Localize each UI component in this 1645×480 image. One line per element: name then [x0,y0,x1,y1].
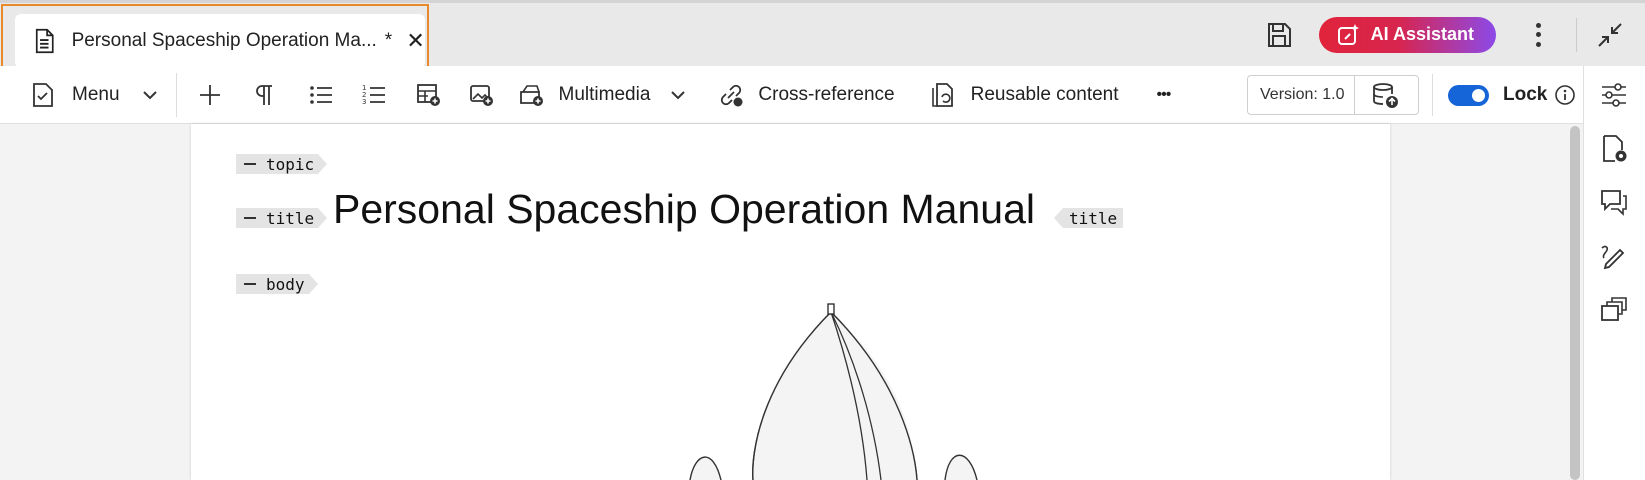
more-options-icon[interactable] [1526,20,1550,50]
version-separator [1354,76,1355,114]
spaceship-illustration[interactable] [631,302,1031,480]
document-page[interactable]: topic title Personal Spaceship Operation… [191,124,1580,480]
header-actions: AI Assistant [1265,3,1645,66]
numbered-list-icon[interactable]: 1 2 3 [361,82,387,108]
database-upload-icon[interactable] [1371,81,1399,109]
insert-image-icon[interactable] [469,82,495,108]
header-divider [1576,17,1577,52]
cross-reference-button[interactable]: Cross-reference [718,66,895,124]
editor-canvas: topic title Personal Spaceship Operation… [0,124,1583,480]
multimedia-icon [519,84,543,106]
save-icon[interactable] [1265,21,1293,49]
chevron-down-icon[interactable] [670,87,686,103]
reusable-content-button[interactable]: Reusable content [931,66,1119,124]
comments-icon[interactable] [1599,188,1629,218]
link-icon [721,84,743,106]
lock-label: Lock [1503,84,1548,105]
multimedia-button[interactable]: Multimedia [519,66,687,124]
version-control[interactable]: Version: 1.0 [1247,75,1419,115]
insert-table-icon[interactable] [416,82,442,108]
svg-text:3: 3 [362,98,366,106]
toolbar-separator [175,72,177,117]
body-tag[interactable]: body [236,274,318,294]
reusable-content-label: Reusable content [970,83,1119,105]
collapse-icon[interactable] [244,283,256,285]
title-close-tag[interactable]: title [1054,208,1124,228]
topic-tag[interactable]: topic [236,154,328,174]
vertical-scrollbar[interactable] [1570,126,1580,480]
cross-reference-label: Cross-reference [758,83,895,105]
insert-element-icon[interactable] [197,82,223,108]
tab-bar: Personal Spaceship Operation Ma... * ✕ A… [0,0,1645,74]
modified-marker: * [384,30,393,51]
close-tab-button[interactable]: ✕ [406,28,425,54]
sliders-icon[interactable] [1599,80,1629,110]
collapse-icon[interactable] [244,163,256,165]
document-tab[interactable]: Personal Spaceship Operation Ma... * ✕ [1,4,429,74]
document-icon [35,28,54,54]
title-close-tag-label: title [1069,208,1118,228]
checklist-doc-icon [33,82,53,107]
more-tools-button[interactable]: ••• [1157,86,1172,104]
editor-toolbar: Menu 1 2 3 Multimedia Cross-reference Re… [0,66,1583,124]
menu-label: Menu [72,83,120,105]
copies-icon[interactable] [1599,294,1629,324]
title-open-tag[interactable]: title [236,208,328,228]
collapse-icon[interactable] [1597,22,1623,48]
ai-sparkle-icon [1337,23,1359,45]
ai-assistant-button[interactable]: AI Assistant [1318,16,1496,53]
lock-toggle[interactable] [1448,85,1489,106]
paragraph-icon[interactable] [252,82,278,108]
bulleted-list-icon[interactable] [308,82,334,108]
ai-assistant-label: AI Assistant [1370,24,1474,44]
document-title[interactable]: Personal Spaceship Operation Manual [333,186,1035,233]
collapse-icon[interactable] [244,217,256,219]
document-tab-inner[interactable]: Personal Spaceship Operation Ma... * ✕ [15,14,425,68]
right-panel-rail [1583,66,1645,480]
chevron-down-icon[interactable] [142,87,158,103]
toolbar-separator [1432,74,1433,116]
version-label: Version: 1.0 [1260,86,1345,103]
title-open-tag-label: title [266,208,315,228]
info-icon[interactable] [1554,84,1576,106]
topic-tag-label: topic [266,154,315,174]
reusable-content-icon [931,82,953,107]
body-tag-label: body [266,274,305,294]
file-settings-icon[interactable] [1599,134,1629,164]
pen-icon[interactable] [1599,242,1629,272]
menu-button[interactable]: Menu [30,66,158,124]
tab-title: Personal Spaceship Operation Ma... [71,30,377,51]
multimedia-label: Multimedia [558,83,651,105]
